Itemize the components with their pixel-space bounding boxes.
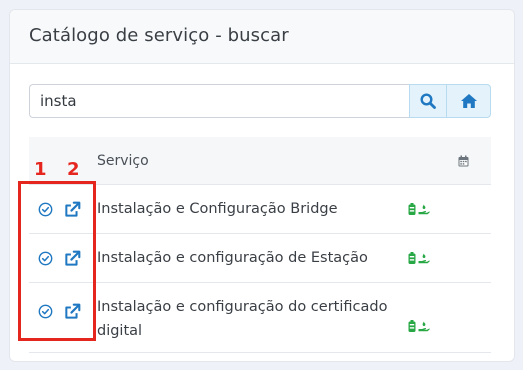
external-link-icon[interactable] bbox=[64, 303, 81, 320]
row-tags bbox=[408, 320, 430, 332]
hand-holding-tag-icon bbox=[418, 204, 430, 215]
table-header: Serviço bbox=[29, 137, 491, 185]
row-actions bbox=[29, 303, 97, 320]
row-tags bbox=[408, 252, 430, 264]
search-bar bbox=[29, 84, 491, 118]
search-input[interactable] bbox=[29, 84, 409, 118]
row-actions bbox=[29, 201, 97, 218]
table-row: Instalação e Configuração Bridge bbox=[29, 185, 491, 234]
annotation-label-1: 1 bbox=[34, 159, 47, 180]
external-link-icon[interactable] bbox=[64, 250, 81, 267]
services-table: Serviço Instalação e Configuração Bridge… bbox=[29, 137, 491, 353]
header-service: Serviço bbox=[97, 152, 149, 169]
panel-title: Catálogo de serviço - buscar bbox=[29, 25, 289, 46]
battery-tag-icon bbox=[408, 203, 416, 215]
table-row: Instalação e configuração do certificado… bbox=[29, 283, 491, 353]
panel-header: Catálogo de serviço - buscar bbox=[10, 10, 514, 64]
service-name: Instalação e Configuração Bridge bbox=[97, 201, 338, 217]
table-row: Instalação e configuração de Estação bbox=[29, 234, 491, 283]
service-name: Instalação e configuração do certificado… bbox=[97, 299, 388, 339]
service-name: Instalação e configuração de Estação bbox=[97, 250, 368, 266]
hand-holding-tag-icon bbox=[418, 253, 430, 264]
check-circle-icon[interactable] bbox=[38, 251, 53, 266]
row-tags bbox=[408, 203, 430, 215]
row-actions bbox=[29, 250, 97, 267]
check-circle-icon[interactable] bbox=[38, 202, 53, 217]
search-button[interactable] bbox=[409, 84, 447, 118]
battery-tag-icon bbox=[408, 320, 416, 332]
home-button[interactable] bbox=[447, 84, 491, 118]
service-catalog-panel: Catálogo de serviço - buscar Serviço bbox=[9, 9, 515, 362]
home-icon bbox=[460, 94, 477, 108]
calendar-icon bbox=[458, 155, 469, 167]
annotation-label-2: 2 bbox=[67, 159, 80, 180]
check-circle-icon[interactable] bbox=[38, 304, 53, 319]
search-icon bbox=[420, 93, 436, 109]
external-link-icon[interactable] bbox=[64, 201, 81, 218]
hand-holding-tag-icon bbox=[418, 321, 430, 332]
battery-tag-icon bbox=[408, 252, 416, 264]
